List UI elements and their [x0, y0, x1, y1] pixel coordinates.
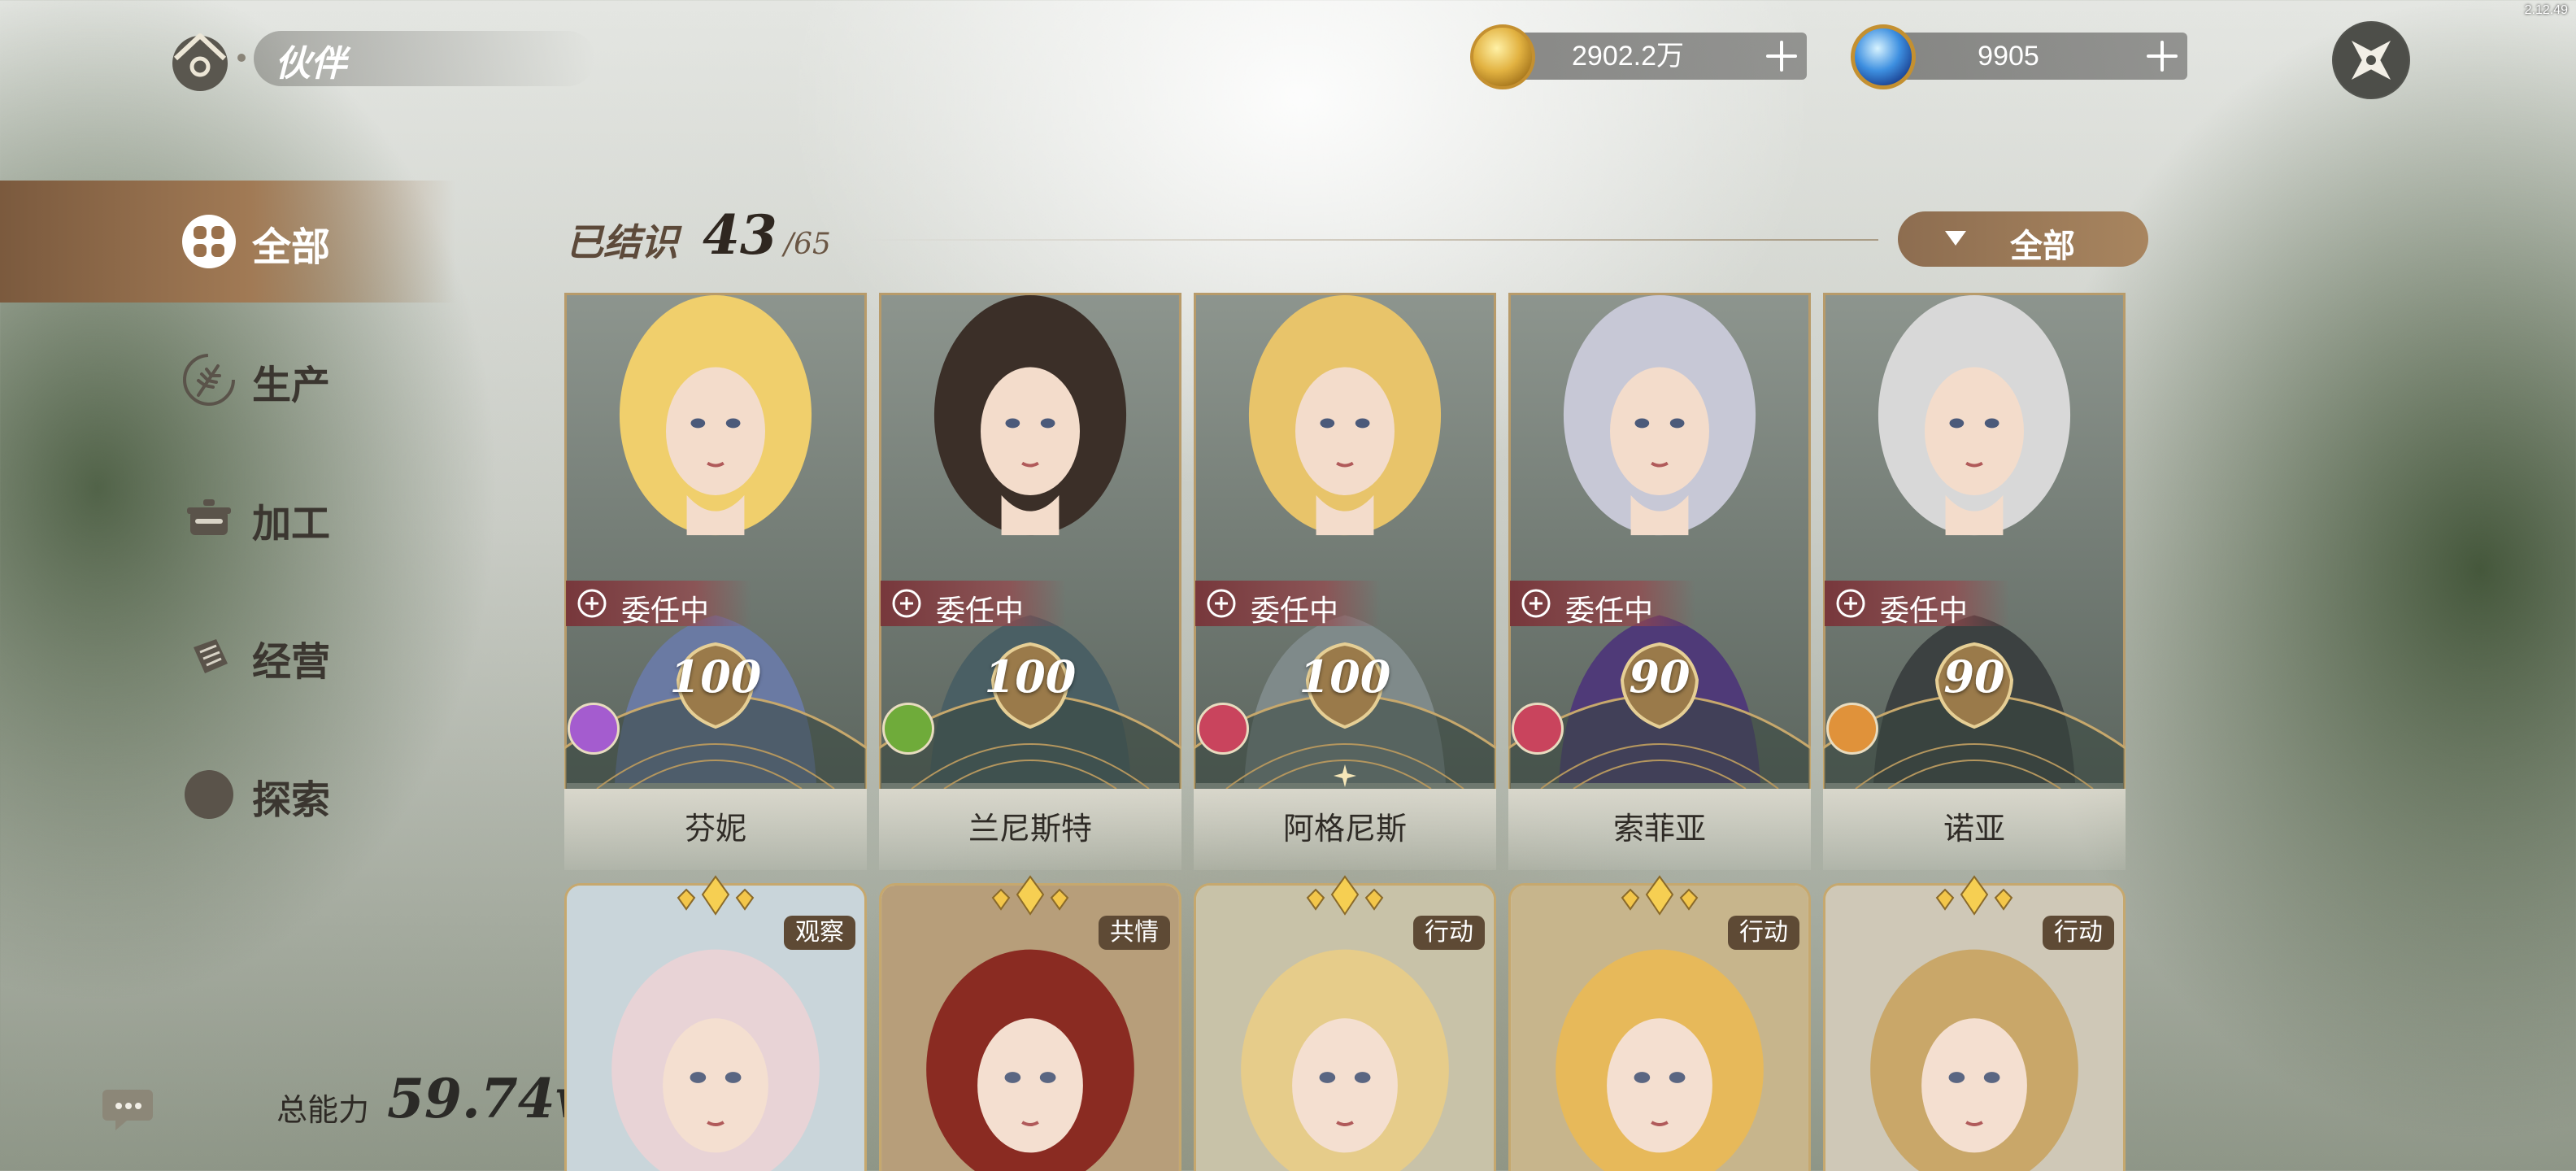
compass-icon	[185, 770, 233, 819]
level-value: 100	[984, 651, 1077, 703]
partner-card[interactable]: 行动	[1194, 875, 1496, 1171]
rarity-gems-icon	[1306, 875, 1384, 916]
process-icon	[1826, 703, 1878, 755]
sidebar-item-all[interactable]: 全部	[0, 181, 455, 303]
title-dot	[237, 54, 246, 62]
rarity-gems-icon	[991, 875, 1069, 916]
partner-card[interactable]: 观察	[564, 875, 867, 1171]
known-label: 已结识	[566, 220, 678, 264]
star-mark-icon	[1334, 764, 1356, 787]
anchor-icon	[1836, 589, 1865, 618]
trait-tag: 观察	[784, 916, 855, 950]
partner-card[interactable]: 行动	[1508, 875, 1811, 1171]
status-text: 委任中	[1880, 594, 1969, 627]
known-total: /65	[784, 228, 831, 261]
sidebar-item-label: 加工	[252, 501, 331, 546]
rarity-gems-icon	[677, 875, 755, 916]
close-icon[interactable]	[2332, 21, 2410, 99]
sidebar-item-label: 全部	[252, 224, 331, 270]
status-text: 委任中	[621, 594, 710, 627]
pot-icon	[187, 499, 231, 535]
partner-card[interactable]: 委任中 90 索菲亚	[1508, 293, 1811, 870]
sidebar-item-label: 探索	[252, 777, 331, 823]
divider	[862, 239, 1878, 241]
filter-label: 全部	[2010, 229, 2075, 264]
partner-name: 芬妮	[684, 812, 746, 847]
gold-currency: 2902.2万	[1498, 33, 1807, 80]
chat-icon[interactable]	[101, 1078, 159, 1137]
anchor-icon	[577, 589, 607, 618]
partner-name: 阿格尼斯	[1282, 812, 1407, 847]
rarity-gems-icon	[1935, 875, 2013, 916]
level-value: 100	[669, 651, 762, 703]
page-title: 伙伴	[275, 43, 346, 85]
partner-card[interactable]: 行动	[1823, 875, 2126, 1171]
gem-value: 9905	[1978, 41, 2039, 72]
level-value: 100	[1299, 651, 1391, 703]
business-icon	[1197, 703, 1249, 755]
status-badge: 委任中	[1195, 581, 1381, 627]
gold-value: 2902.2万	[1572, 41, 1684, 72]
status-text: 委任中	[1251, 594, 1339, 627]
partner-name: 索菲亚	[1612, 812, 1706, 847]
business-icon	[1512, 703, 1564, 755]
explore-icon	[568, 703, 620, 755]
trait-tag: 行动	[1413, 916, 1485, 950]
sidebar-item-label: 经营	[252, 639, 331, 685]
cloche-icon	[1207, 589, 1236, 618]
partner-name: 兰尼斯特	[968, 812, 1092, 847]
sidebar-item-produce[interactable]: 生产	[0, 319, 455, 441]
status-badge: 委任中	[881, 581, 1066, 627]
trait-tag: 共情	[1099, 916, 1170, 950]
trait-tag: 行动	[2043, 916, 2114, 950]
gold-coin-icon	[1470, 24, 1535, 89]
dropdown-triangle-icon	[1945, 231, 1966, 246]
partner-card[interactable]: 共情	[879, 875, 1181, 1171]
status-badge: 委任中	[1825, 581, 2010, 627]
version-label: 2.12.49	[2524, 3, 2568, 17]
rarity-gems-icon	[1621, 875, 1699, 916]
gem-currency: 9905	[1878, 33, 2187, 80]
sidebar-item-business[interactable]: 经营	[0, 595, 455, 717]
sidebar-item-process[interactable]: 加工	[0, 457, 455, 579]
known-count: 43	[703, 203, 777, 267]
partner-card[interactable]: 委任中 100 芬妮	[564, 293, 867, 870]
grid-icon	[182, 215, 236, 268]
status-text: 委任中	[1565, 594, 1654, 627]
partner-name: 诺亚	[1943, 812, 2005, 847]
status-badge: 委任中	[1510, 581, 1695, 627]
level-value: 90	[1629, 651, 1690, 703]
status-badge: 委任中	[566, 581, 751, 627]
add-gem-button[interactable]	[2145, 39, 2179, 73]
filter-dropdown[interactable]: 全部	[1898, 211, 2148, 267]
wheat-icon	[183, 354, 235, 406]
power-label: 总能力	[276, 1094, 370, 1128]
scroll-icon	[194, 639, 228, 673]
trait-tag: 行动	[1728, 916, 1799, 950]
home-icon[interactable]	[161, 21, 239, 99]
cart-icon	[1521, 589, 1551, 618]
status-text: 委任中	[936, 594, 1025, 627]
wheat-icon	[892, 589, 921, 618]
partner-card[interactable]: 委任中 100 兰尼斯特	[879, 293, 1181, 870]
sidebar-item-explore[interactable]: 探索	[0, 734, 455, 855]
partner-card[interactable]: 委任中 90 诺亚	[1823, 293, 2126, 870]
sidebar-item-label: 生产	[252, 363, 331, 408]
gem-icon	[1851, 24, 1916, 89]
level-value: 90	[1943, 651, 2005, 703]
produce-icon	[882, 703, 934, 755]
add-gold-button[interactable]	[1764, 39, 1799, 73]
